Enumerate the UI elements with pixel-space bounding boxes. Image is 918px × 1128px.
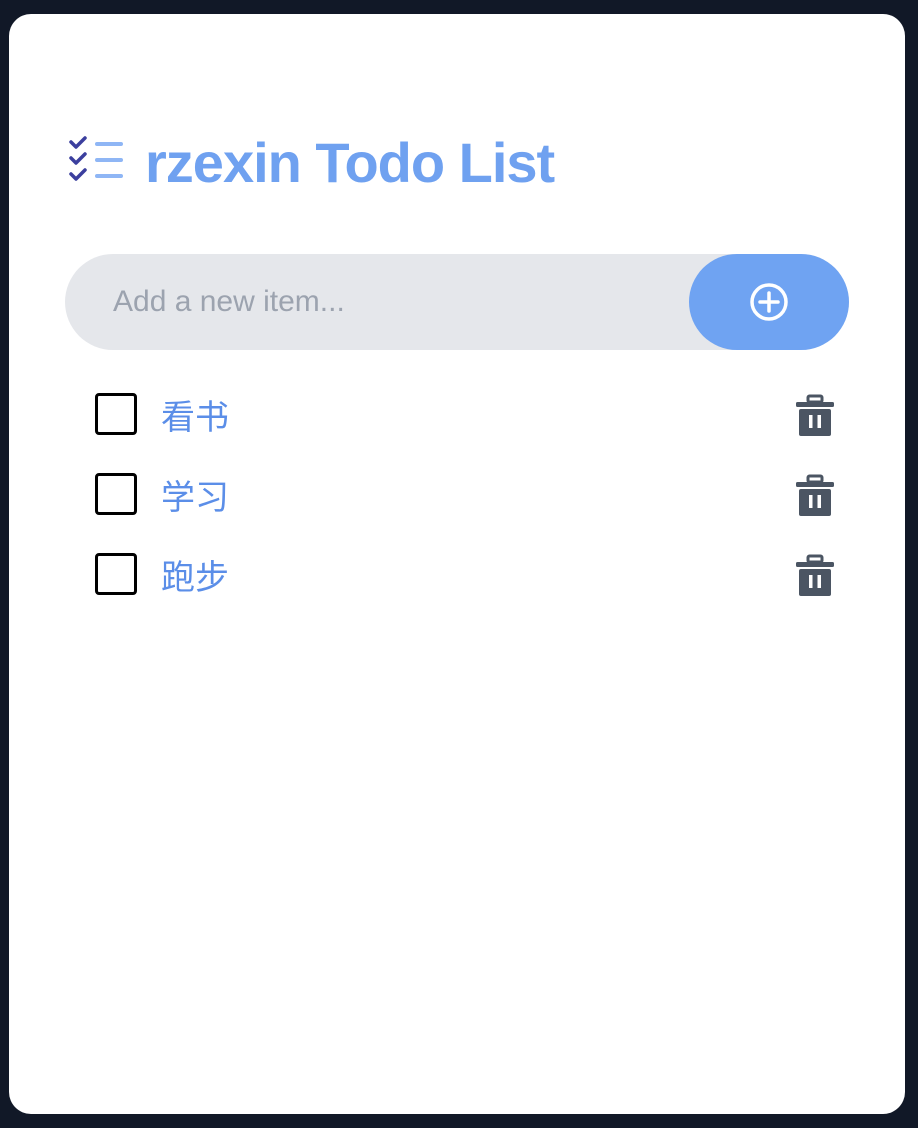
header: rzexin Todo List: [67, 130, 555, 196]
page-title: rzexin Todo List: [145, 131, 555, 194]
plus-circle-icon: [750, 283, 788, 321]
checklist-icon: [69, 136, 123, 181]
todo-text: 跑步: [161, 557, 229, 598]
todo-item: 跑步: [95, 534, 835, 614]
delete-button[interactable]: [795, 474, 835, 518]
todo-item: 学习: [95, 454, 835, 534]
todo-text: 学习: [161, 477, 229, 518]
add-item-button[interactable]: [689, 254, 849, 350]
new-item-input[interactable]: [65, 254, 685, 350]
trash-icon: [796, 394, 834, 436]
todo-checkbox[interactable]: [95, 393, 137, 435]
todo-list: 看书 学习 跑步: [95, 374, 835, 614]
todo-checkbox[interactable]: [95, 473, 137, 515]
todo-checkbox[interactable]: [95, 553, 137, 595]
todo-card: rzexin Todo List 看书: [9, 14, 905, 1114]
todo-text: 看书: [161, 397, 229, 438]
add-item-form: [65, 254, 849, 350]
delete-button[interactable]: [795, 554, 835, 598]
trash-icon: [796, 474, 834, 516]
delete-button[interactable]: [795, 394, 835, 438]
todo-item: 看书: [95, 374, 835, 454]
trash-icon: [796, 554, 834, 596]
